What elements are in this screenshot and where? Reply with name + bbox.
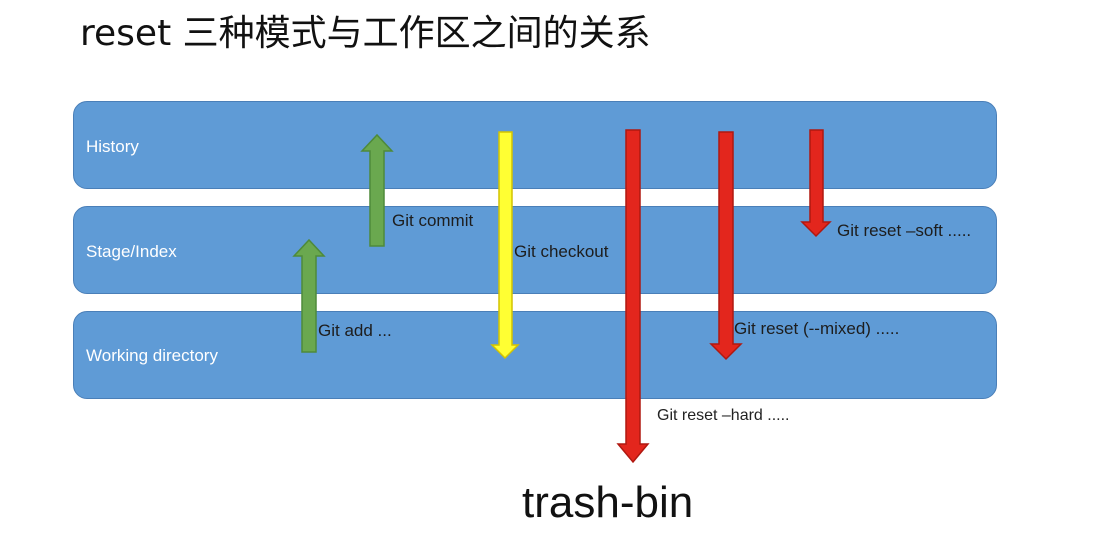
- git-commit-arrow: [360, 133, 394, 247]
- git-reset-soft-arrow: [800, 129, 832, 238]
- git-reset-hard-arrow: [616, 129, 650, 464]
- arrows-layer: [292, 129, 832, 464]
- git-reset-mixed-label: Git reset (--mixed) .....: [734, 319, 900, 338]
- trash-bin-label: trash-bin: [522, 478, 694, 527]
- git-add-label: Git add ...: [318, 321, 392, 340]
- git-commit-label: Git commit: [392, 211, 474, 230]
- git-reset-soft-label: Git reset –soft .....: [837, 221, 972, 240]
- git-reset-hard-label: Git reset –hard .....: [657, 407, 790, 424]
- git-checkout-label: Git checkout: [514, 242, 609, 261]
